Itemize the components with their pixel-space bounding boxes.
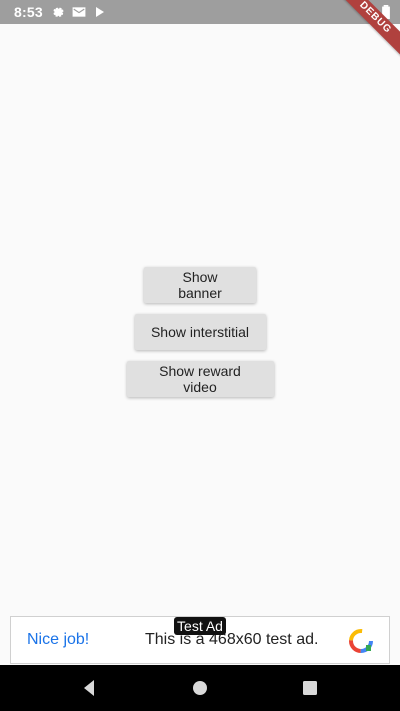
test-ad-badge: Test Ad	[174, 617, 226, 635]
status-bar: 8:53	[0, 0, 400, 24]
status-time: 8:53	[14, 4, 43, 20]
ad-brand-icon	[347, 627, 375, 655]
ad-actions: Show banner Show interstitial Show rewar…	[0, 267, 400, 397]
ad-headline[interactable]: Nice job!	[27, 631, 89, 649]
home-icon[interactable]	[190, 678, 210, 698]
android-navigation-bar	[0, 665, 400, 711]
show-interstitial-button[interactable]: Show interstitial	[134, 314, 266, 350]
mail-icon	[72, 5, 86, 23]
back-icon[interactable]	[79, 678, 99, 698]
ad-description: This is a 468x60 test ad.	[145, 631, 319, 648]
show-banner-button[interactable]: Show banner	[144, 267, 256, 303]
play-store-icon	[94, 5, 106, 23]
settings-icon	[52, 5, 64, 23]
status-icons-left	[52, 5, 106, 23]
recents-icon[interactable]	[300, 678, 320, 698]
show-reward-video-button[interactable]: Show reward video	[126, 361, 274, 397]
app-screen: 8:53 DEBUG Show banner Show interstitial…	[0, 0, 400, 711]
